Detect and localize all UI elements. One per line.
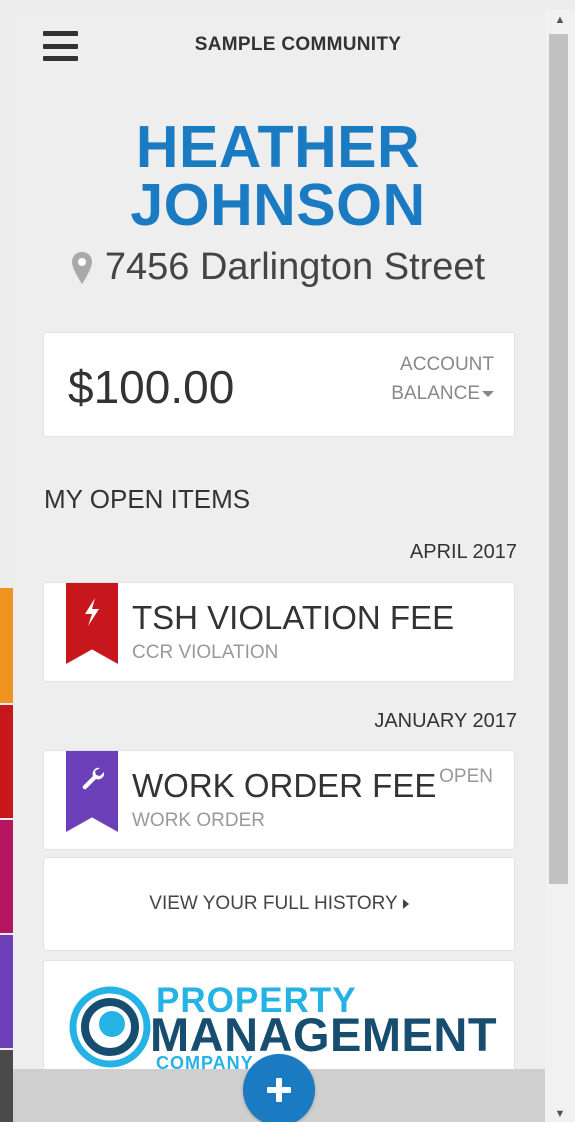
item-title: TSH VIOLATION FEE bbox=[132, 599, 455, 636]
open-item-card[interactable]: WORK ORDER FEE WORK ORDER OPEN bbox=[43, 750, 515, 850]
balance-label-line1: ACCOUNT bbox=[400, 354, 494, 375]
item-subtitle: WORK ORDER bbox=[132, 810, 265, 831]
item-title: WORK ORDER FEE bbox=[132, 767, 437, 804]
view-history-label: VIEW YOUR FULL HISTORY bbox=[149, 893, 398, 914]
account-balance-card[interactable]: $100.00 ACCOUNT BALANCE bbox=[43, 332, 515, 437]
plus-icon bbox=[267, 1078, 291, 1102]
view-history-link[interactable]: VIEW YOUR FULL HISTORY bbox=[149, 893, 409, 915]
open-items-heading: MY OPEN ITEMS bbox=[44, 484, 251, 514]
month-heading: APRIL 2017 bbox=[409, 541, 517, 563]
company-logo-icon bbox=[69, 986, 151, 1068]
caret-down-icon bbox=[482, 390, 494, 397]
account-balance-toggle[interactable]: ACCOUNT BALANCE bbox=[391, 350, 494, 408]
community-name: SAMPLE COMMUNITY bbox=[194, 34, 402, 55]
balance-label-line2: BALANCE bbox=[391, 383, 480, 404]
item-subtitle: CCR VIOLATION bbox=[132, 642, 279, 663]
open-item-card[interactable]: TSH VIOLATION FEE CCR VIOLATION bbox=[43, 582, 515, 682]
month-heading: JANUARY 2017 bbox=[374, 710, 517, 732]
view-history-button[interactable]: VIEW YOUR FULL HISTORY bbox=[43, 857, 515, 951]
scroll-down-arrow-icon[interactable]: ▼ bbox=[545, 1108, 575, 1120]
resident-name: HEATHER JOHNSON bbox=[13, 114, 543, 238]
resident-address: 7456 Darlington Street bbox=[13, 246, 543, 289]
address-text: 7456 Darlington Street bbox=[104, 246, 486, 288]
resident-first-name: HEATHER bbox=[135, 114, 421, 180]
status-badge: OPEN bbox=[439, 766, 493, 787]
item-ribbon bbox=[66, 583, 118, 664]
balance-amount: $100.00 bbox=[68, 361, 235, 413]
caret-right-icon bbox=[402, 898, 409, 909]
resident-last-name: JOHNSON bbox=[130, 172, 426, 238]
app-panel: SAMPLE COMMUNITY HEATHER JOHNSON 7456 Da… bbox=[13, 10, 545, 1122]
wrench-icon bbox=[82, 767, 104, 790]
scrollbar[interactable]: ▲ ▼ bbox=[545, 10, 575, 1122]
item-ribbon bbox=[66, 751, 118, 832]
map-pin-icon bbox=[71, 251, 92, 284]
lightning-bolt-icon bbox=[85, 598, 99, 626]
scroll-up-arrow-icon[interactable]: ▲ bbox=[545, 14, 575, 26]
scrollbar-thumb[interactable] bbox=[549, 34, 568, 884]
add-button[interactable] bbox=[243, 1054, 315, 1122]
